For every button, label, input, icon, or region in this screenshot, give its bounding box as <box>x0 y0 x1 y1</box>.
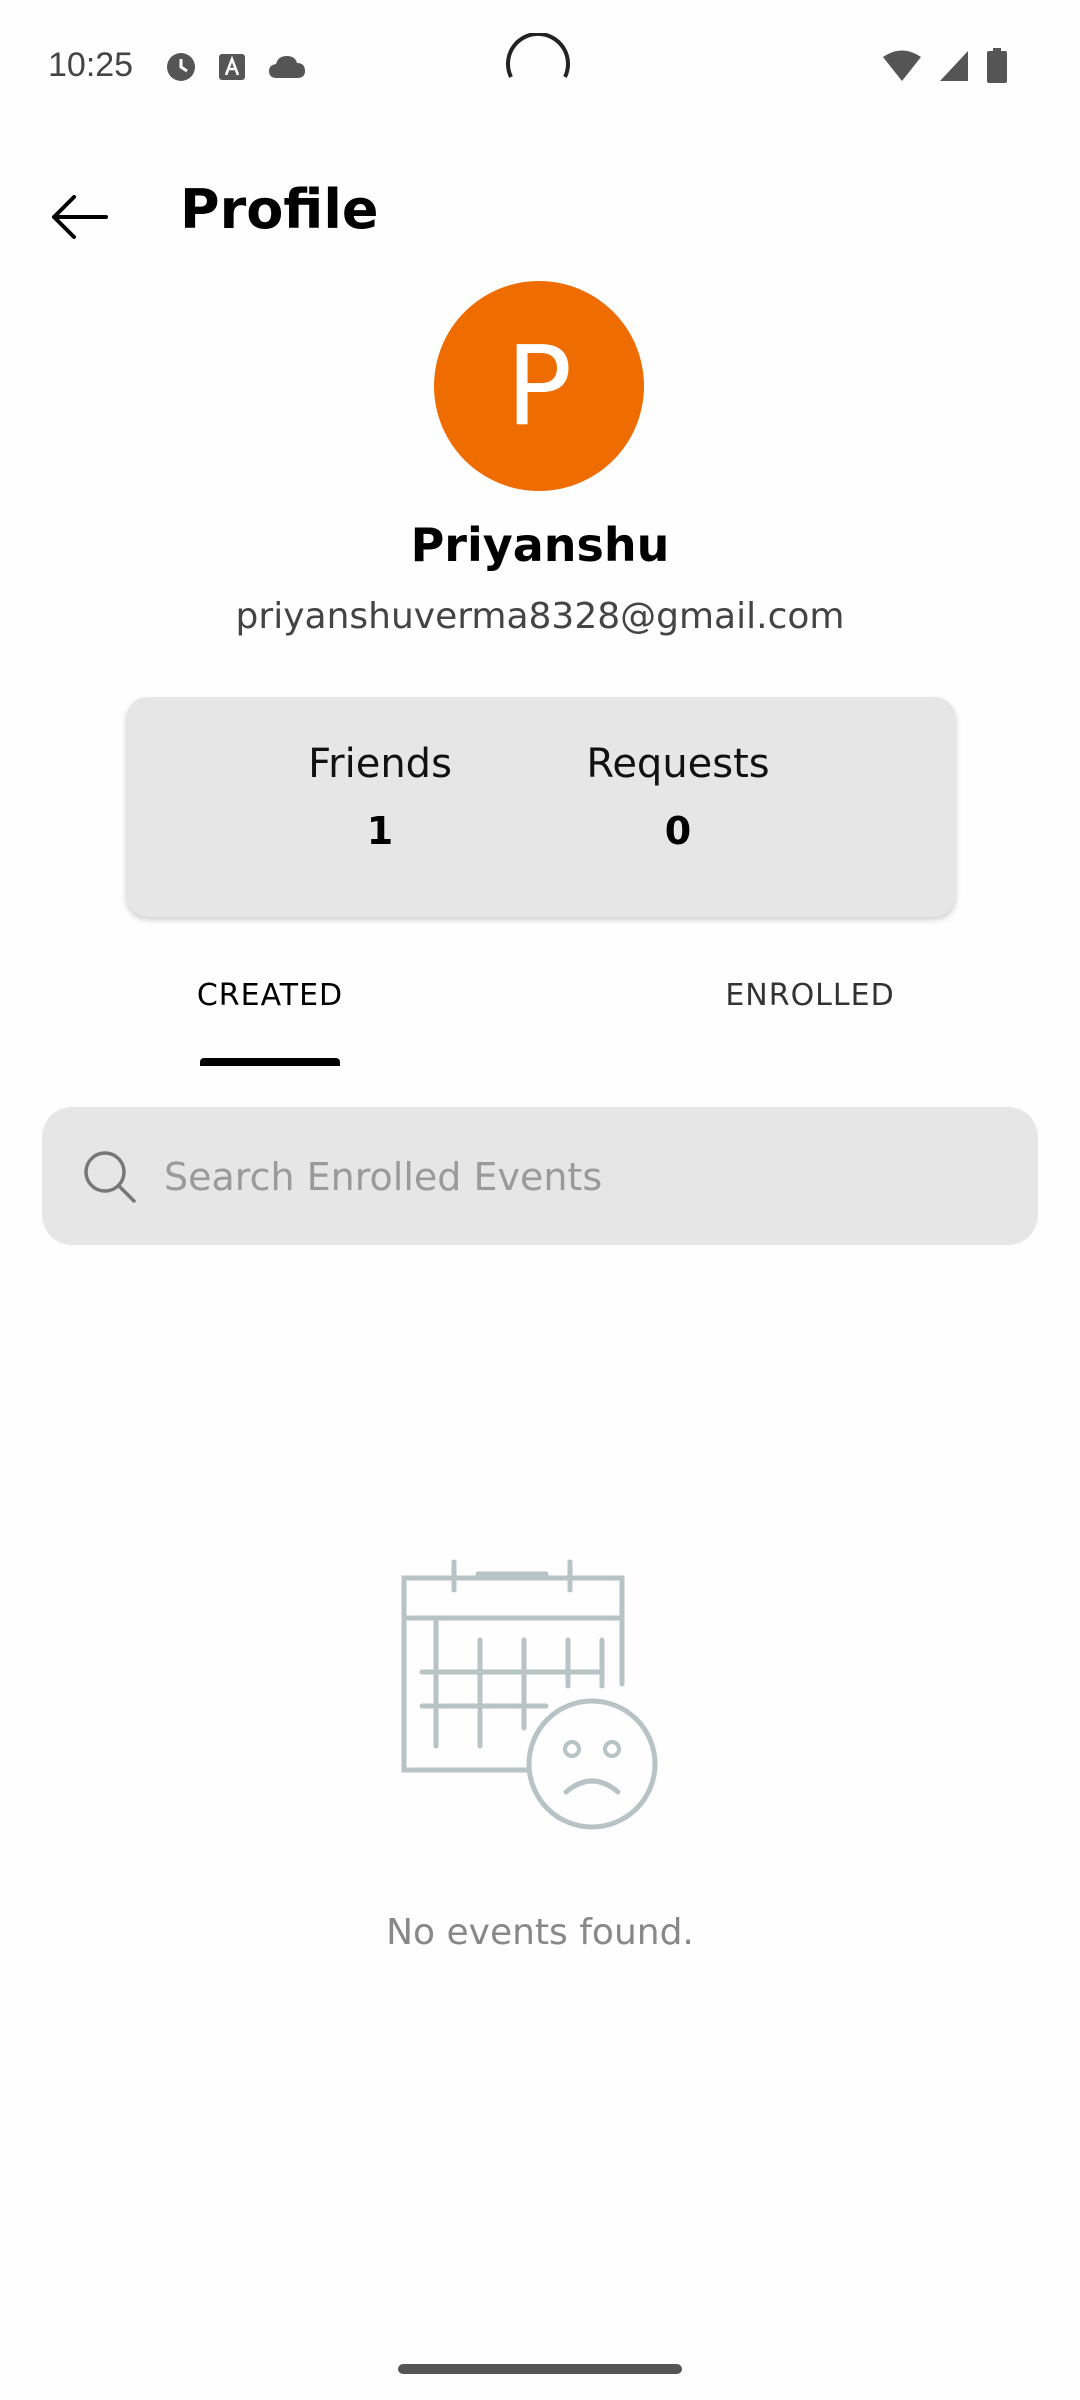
battery-icon <box>986 48 1008 88</box>
search-input[interactable] <box>162 1137 986 1217</box>
friends-count: 1 <box>366 809 394 853</box>
user-name: Priyanshu <box>410 518 670 572</box>
status-time: 10:25 <box>48 46 134 84</box>
page-title: Profile <box>180 178 379 241</box>
wifi-icon <box>882 49 922 87</box>
clock-icon <box>166 52 196 86</box>
tab-enrolled[interactable]: ENROLLED <box>710 978 910 1013</box>
friends-stat[interactable]: Friends 1 <box>250 741 510 853</box>
tab-created[interactable]: CREATED <box>170 978 370 1013</box>
home-indicator[interactable] <box>398 2364 682 2374</box>
avatar-letter: P <box>505 322 573 450</box>
requests-count: 0 <box>664 809 692 853</box>
avatar: P <box>434 281 644 491</box>
app-bar: Profile <box>0 160 1080 270</box>
signal-icon <box>938 49 970 87</box>
status-icons-left <box>166 52 306 86</box>
status-icons-right <box>882 48 1008 88</box>
arrow-left-icon <box>52 195 108 239</box>
cloud-icon <box>268 54 306 84</box>
active-tab-indicator <box>200 1058 340 1066</box>
event-tabs: CREATED ENROLLED <box>0 960 1080 1070</box>
requests-stat[interactable]: Requests 0 <box>548 741 808 853</box>
empty-message: No events found. <box>386 1912 694 1953</box>
back-button[interactable] <box>40 182 120 252</box>
calendar-sad-icon <box>396 1556 676 1836</box>
status-bar: 10:25 <box>0 0 1080 140</box>
user-email: priyanshuverma8328@gmail.com <box>235 596 845 637</box>
camera-cutout <box>505 32 571 99</box>
stats-card: Friends 1 Requests 0 <box>126 697 956 917</box>
search-box[interactable] <box>42 1107 1038 1245</box>
requests-label: Requests <box>586 741 770 787</box>
search-icon <box>82 1149 138 1209</box>
a-icon <box>218 53 246 85</box>
friends-label: Friends <box>308 741 452 787</box>
